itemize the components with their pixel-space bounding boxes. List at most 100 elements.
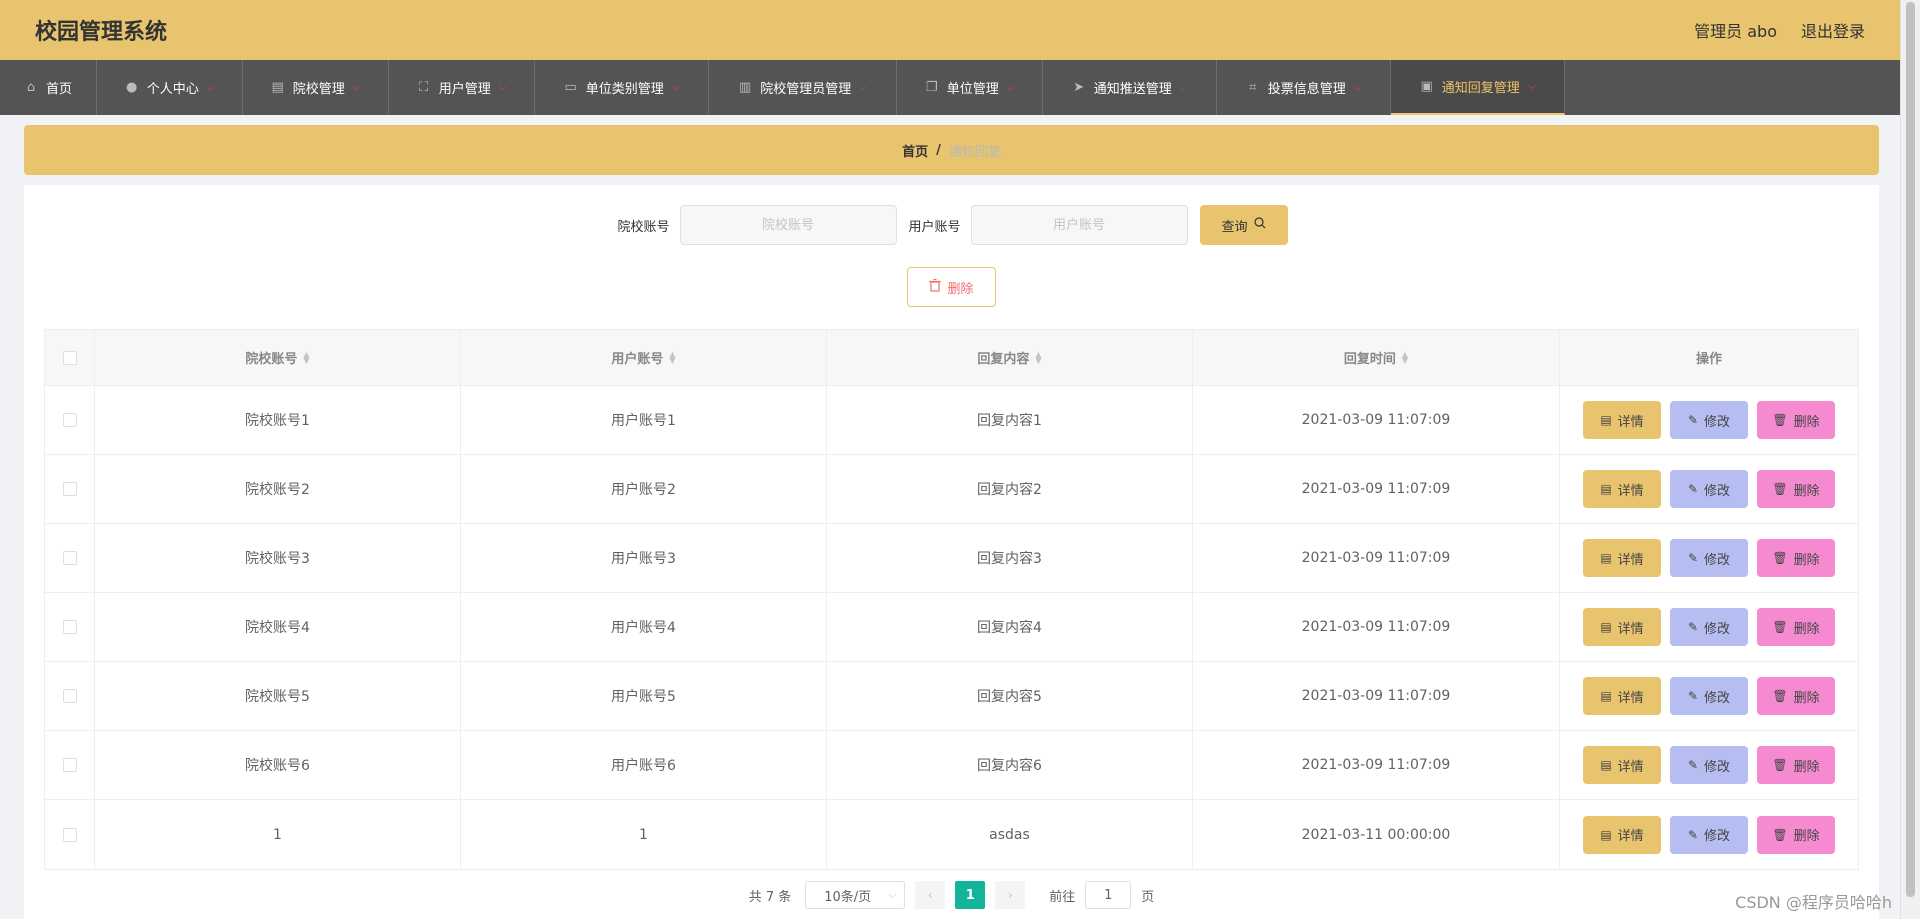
row-actions: ▤ 详情 ✎ 修改 🗑 删除 (1560, 593, 1858, 661)
delete-button[interactable]: 🗑 删除 (1757, 815, 1835, 854)
document-icon: ▤ (1600, 620, 1612, 634)
row-checkbox[interactable] (62, 827, 77, 842)
breadcrumb-home[interactable]: 首页 (902, 141, 928, 160)
delete-button[interactable]: 🗑 删除 (1757, 746, 1835, 784)
row-checkbox[interactable] (62, 758, 77, 772)
edit-button[interactable]: ✎ 修改 (1670, 470, 1748, 508)
row-checkbox[interactable] (62, 551, 77, 565)
page-size-select[interactable]: 10条/页 ⌵ (805, 881, 906, 909)
table-row: 院校账号3 用户账号3 回复内容3 2021-03-09 11:07:09 ▤ 详情 ✎ 修改… (45, 524, 1858, 593)
nav-item-6[interactable]: ❐ 单位管理 ⌵ (897, 60, 1043, 115)
watermark: CSDN @程序员哈哈h (1735, 893, 1892, 912)
table-cell: 2021-03-09 11:07:09 (1193, 662, 1560, 730)
sort-icon[interactable]: ▲ ▼ (1035, 350, 1041, 364)
detail-button-label: 详情 (1617, 690, 1644, 706)
edit-button-label: 修改 (1704, 483, 1731, 499)
query-button[interactable]: 查询 (1199, 205, 1288, 245)
column-header: 回复内容 ▲ ▼ (827, 330, 1193, 385)
nav-item-label: 投票信息管理 (1267, 82, 1346, 97)
content-card: 院校账号 用户账号 查询 删除 院校账号 ▲▼ 用户账号 ▲▼ 回复内容 ▲▼ 回复时间 ▲▼… (24, 185, 1879, 919)
current-user[interactable]: 管理员 abo (1694, 18, 1777, 42)
row-checkbox[interactable] (62, 620, 77, 634)
table-cell: 院校账号6 (95, 731, 461, 799)
table-row: 院校账号4 用户账号4 回复内容4 2021-03-09 11:07:09 ▤ 详情 ✎ 修改… (45, 593, 1858, 662)
nav-item-2[interactable]: ▤ 院校管理 ⌵ (243, 60, 389, 115)
user-account-input[interactable] (970, 205, 1188, 245)
sort-icon[interactable]: ▲ ▼ (303, 350, 309, 364)
nav-item-3[interactable]: ⛶ 用户管理 ⌵ (389, 60, 535, 115)
delete-button[interactable]: 🗑 删除 (1757, 539, 1835, 577)
detail-button[interactable]: ▤ 详情 (1583, 401, 1661, 439)
edit-icon: ✎ (1687, 758, 1699, 772)
search-bar: 院校账号 用户账号 查询 (24, 205, 1879, 245)
nav-item-0[interactable]: ⌂ 首页 (0, 60, 97, 115)
scrollbar-thumb[interactable] (1906, 2, 1915, 897)
nav-item-1[interactable]: ● 个人中心 ⌵ (97, 60, 243, 115)
chevron-down-icon: ⌵ (1179, 82, 1188, 93)
row-checkbox[interactable] (62, 482, 77, 496)
nav-item-8[interactable]: ⌗ 投票信息管理 ⌵ (1217, 60, 1391, 115)
document-icon: ▤ (1600, 827, 1612, 842)
detail-button[interactable]: ▤ 详情 (1583, 608, 1661, 646)
column-header-label: 用户账号 (611, 352, 664, 367)
row-checkbox[interactable] (62, 689, 77, 703)
edit-icon: ✎ (1687, 827, 1699, 842)
row-select-cell (45, 455, 95, 523)
table-cell: 回复内容3 (827, 524, 1193, 592)
table-cell: 院校账号3 (95, 524, 461, 592)
sort-icon[interactable]: ▲ ▼ (1402, 350, 1408, 364)
nav-item-5[interactable]: ▥ 院校管理员管理 ⌵ (709, 60, 897, 115)
trash-icon: 🗑 (1772, 758, 1788, 772)
column-header: 操作 (1560, 330, 1858, 385)
column-header-label: 操作 (1695, 352, 1722, 367)
delete-button[interactable]: 🗑 删除 (1757, 608, 1835, 646)
chevron-down-icon: ⌵ (671, 82, 680, 93)
detail-button[interactable]: ▤ 详情 (1583, 677, 1661, 715)
detail-button[interactable]: ▤ 详情 (1583, 815, 1661, 854)
column-header: 院校账号 ▲ ▼ (95, 330, 461, 385)
edit-button[interactable]: ✎ 修改 (1670, 677, 1748, 715)
query-button-label: 查询 (1221, 219, 1248, 235)
document-icon: ▤ (1600, 413, 1612, 427)
sort-icon[interactable]: ▲ ▼ (669, 350, 675, 364)
edit-button[interactable]: ✎ 修改 (1670, 608, 1748, 646)
nav-item-7[interactable]: ➤ 通知推送管理 ⌵ (1043, 60, 1217, 115)
document-icon: ▤ (1600, 551, 1612, 565)
row-checkbox[interactable] (62, 413, 77, 427)
detail-button[interactable]: ▤ 详情 (1583, 746, 1661, 784)
select-all-checkbox[interactable] (62, 350, 77, 365)
edit-icon: ✎ (1687, 689, 1699, 703)
prev-page-button[interactable]: ‹ (915, 881, 946, 909)
table-row: 院校账号6 用户账号6 回复内容6 2021-03-09 11:07:09 ▤ 详情 ✎ 修改… (45, 731, 1858, 800)
delete-button[interactable]: 🗑 删除 (1757, 470, 1835, 508)
logout-link[interactable]: 退出登录 (1801, 18, 1865, 42)
page-number-current[interactable]: 1 (955, 881, 986, 909)
delete-button[interactable]: 🗑 删除 (1757, 401, 1835, 439)
edit-button[interactable]: ✎ 修改 (1670, 539, 1748, 577)
chevron-left-icon: ‹ (927, 888, 933, 902)
table-cell: 院校账号1 (95, 386, 461, 454)
delete-button-label: 删除 (1793, 829, 1820, 844)
page-suffix: 页 (1141, 889, 1155, 905)
nav-item-4[interactable]: ▭ 单位类别管理 ⌵ (535, 60, 709, 115)
delete-button[interactable]: 🗑 删除 (1757, 677, 1835, 715)
table-cell: 院校账号2 (95, 455, 461, 523)
table-row: 院校账号5 用户账号5 回复内容5 2021-03-09 11:07:09 ▤ 详情 ✎ 修改… (45, 662, 1858, 731)
detail-button[interactable]: ▤ 详情 (1583, 470, 1661, 508)
school-account-input[interactable] (679, 205, 897, 245)
row-actions: ▤ 详情 ✎ 修改 🗑 删除 (1560, 524, 1858, 592)
vertical-scrollbar[interactable] (1900, 0, 1920, 919)
goto-page-input[interactable] (1085, 881, 1132, 909)
nav-item-9[interactable]: ▣ 通知回复管理 ⌵ (1391, 60, 1565, 115)
edit-button[interactable]: ✎ 修改 (1670, 746, 1748, 784)
table-cell: 回复内容4 (827, 593, 1193, 661)
user-account-label: 用户账号 (908, 219, 961, 235)
bulk-delete-button[interactable]: 删除 (907, 267, 996, 307)
detail-button[interactable]: ▤ 详情 (1583, 539, 1661, 577)
delete-button-label: 删除 (1793, 621, 1820, 637)
next-page-button[interactable]: › (995, 881, 1026, 909)
edit-button[interactable]: ✎ 修改 (1670, 401, 1748, 439)
edit-button[interactable]: ✎ 修改 (1670, 815, 1748, 854)
delete-button-label: 删除 (1793, 483, 1820, 499)
table-cell: 用户账号2 (461, 455, 827, 523)
